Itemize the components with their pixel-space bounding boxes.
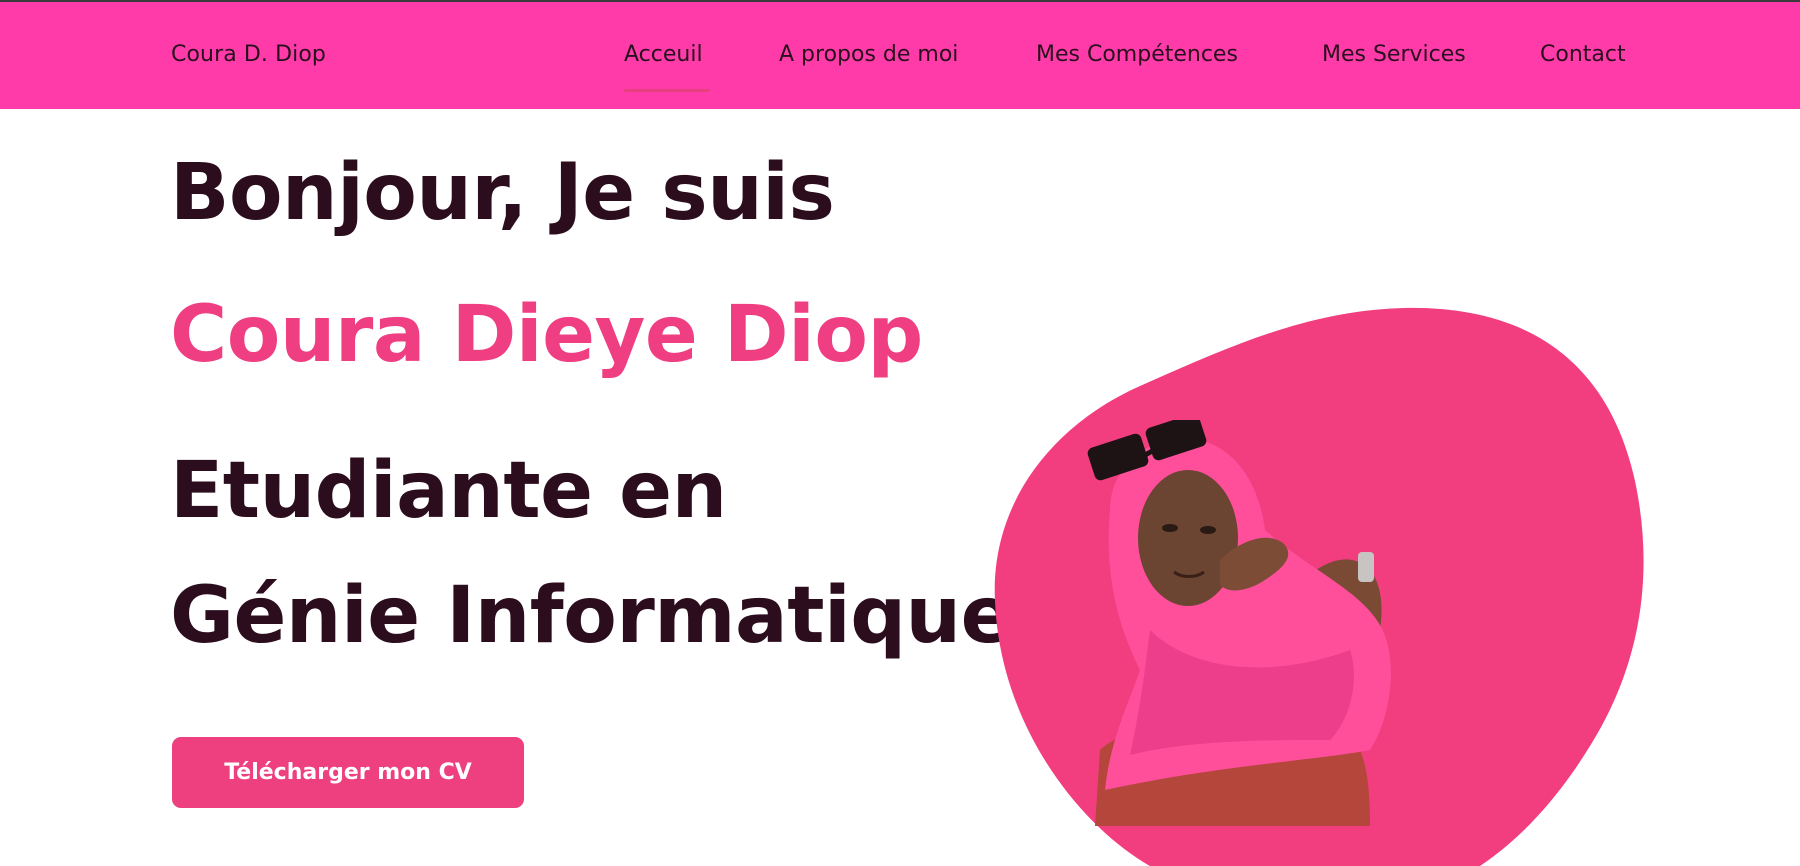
hero-title-line2: Génie Informatique [170,571,1013,661]
brand-logo[interactable]: Coura D. Diop [171,42,326,67]
hero-name: Coura Dieye Diop [170,290,923,380]
nav-item-services[interactable]: Mes Services [1322,42,1466,67]
profile-photo [1087,420,1391,826]
nav-item-acceuil[interactable]: Acceuil [624,42,703,67]
nav-item-competences[interactable]: Mes Compétences [1036,42,1238,67]
navbar: Coura D. Diop Acceuil A propos de moi Me… [0,0,1800,109]
photo-eye-left [1162,524,1178,532]
photo-eye-right [1200,526,1216,534]
nav-item-contact[interactable]: Contact [1540,42,1626,67]
hero-title-line1: Etudiante en [170,446,727,536]
nav-active-indicator [624,89,710,92]
photo-watch [1358,552,1374,582]
hero-greeting: Bonjour, Je suis [170,148,835,238]
download-cv-button[interactable]: Télécharger mon CV [172,737,524,808]
nav-item-a-propos[interactable]: A propos de moi [779,42,958,67]
